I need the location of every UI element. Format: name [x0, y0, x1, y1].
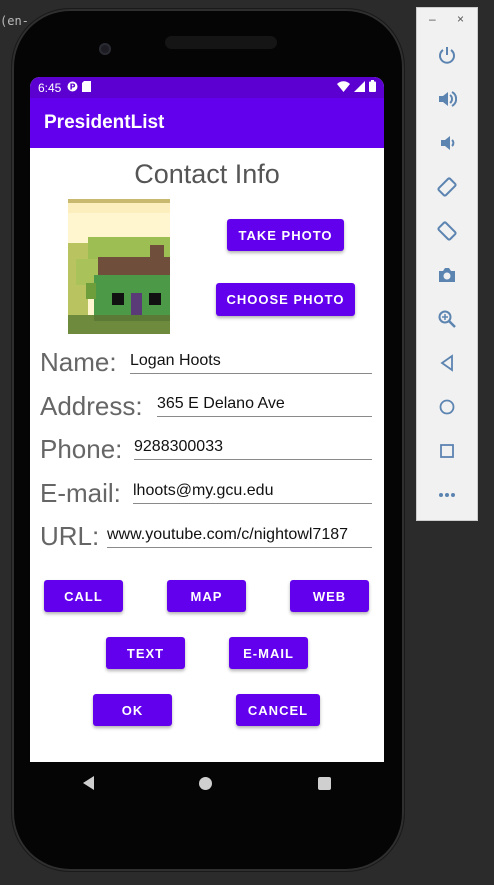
- nav-home-icon[interactable]: [199, 776, 213, 790]
- more-icon[interactable]: [432, 480, 462, 510]
- nav-recents-icon[interactable]: [318, 776, 332, 790]
- rotate-left-icon[interactable]: [432, 172, 462, 202]
- p-badge-icon: P: [67, 81, 78, 95]
- home-icon[interactable]: [432, 392, 462, 422]
- map-button[interactable]: MAP: [167, 580, 246, 612]
- svg-text:P: P: [70, 82, 76, 91]
- name-label: Name:: [40, 347, 117, 377]
- volume-up-icon[interactable]: [432, 84, 462, 114]
- email-label: E-mail:: [40, 478, 121, 508]
- choose-photo-button[interactable]: CHOOSE PHOTO: [216, 283, 355, 316]
- cancel-button[interactable]: CANCEL: [236, 694, 320, 726]
- app-bar: PresidentList: [30, 98, 384, 148]
- emulator-toolbar: – ×: [416, 7, 478, 521]
- sd-card-icon: [82, 80, 92, 95]
- text-button[interactable]: TEXT: [106, 637, 185, 669]
- system-nav-bar: [30, 762, 384, 804]
- battery-icon: [369, 80, 376, 95]
- address-label: Address:: [40, 391, 143, 421]
- url-label: URL:: [40, 521, 100, 551]
- front-camera: [99, 43, 111, 55]
- rotate-right-icon[interactable]: [432, 216, 462, 246]
- take-photo-button[interactable]: TAKE PHOTO: [227, 219, 344, 251]
- contact-photo[interactable]: [68, 199, 170, 334]
- contact-form: Contact Info TAKE PHOTO CHOOSE PHOTO Nam…: [30, 148, 384, 762]
- app-title: PresidentList: [44, 112, 165, 133]
- email-field[interactable]: lhoots@my.gcu.edu: [133, 479, 372, 504]
- camera-icon[interactable]: [432, 260, 462, 290]
- volume-down-icon[interactable]: [432, 128, 462, 158]
- ok-button[interactable]: OK: [93, 694, 172, 726]
- contact-info-heading: Contact Info: [134, 159, 280, 189]
- phone-field[interactable]: 9288300033: [134, 435, 372, 460]
- wifi-icon: [337, 80, 350, 95]
- nav-back-icon[interactable]: [82, 776, 94, 790]
- zoom-icon[interactable]: [432, 304, 462, 334]
- call-button[interactable]: CALL: [44, 580, 123, 612]
- url-field[interactable]: www.youtube.com/c/nightowl7187: [107, 523, 372, 548]
- close-button[interactable]: ×: [457, 12, 464, 26]
- status-time: 6:45: [38, 80, 62, 95]
- earpiece-speaker: [165, 36, 277, 49]
- phone-label: Phone:: [40, 434, 123, 464]
- name-field[interactable]: Logan Hoots: [130, 349, 372, 374]
- overview-icon[interactable]: [432, 436, 462, 466]
- email-button[interactable]: E-MAIL: [229, 637, 308, 669]
- web-button[interactable]: WEB: [290, 580, 369, 612]
- ide-text-fragment: (en-: [0, 14, 29, 28]
- device-screen: 6:45 P PresidentList Contact Info TAKE P…: [30, 77, 384, 762]
- status-bar: 6:45 P: [30, 77, 384, 98]
- address-field[interactable]: 365 E Delano Ave: [157, 392, 372, 417]
- minimize-button[interactable]: –: [429, 12, 436, 26]
- signal-icon: [354, 80, 365, 95]
- power-icon[interactable]: [432, 40, 462, 70]
- back-icon[interactable]: [432, 348, 462, 378]
